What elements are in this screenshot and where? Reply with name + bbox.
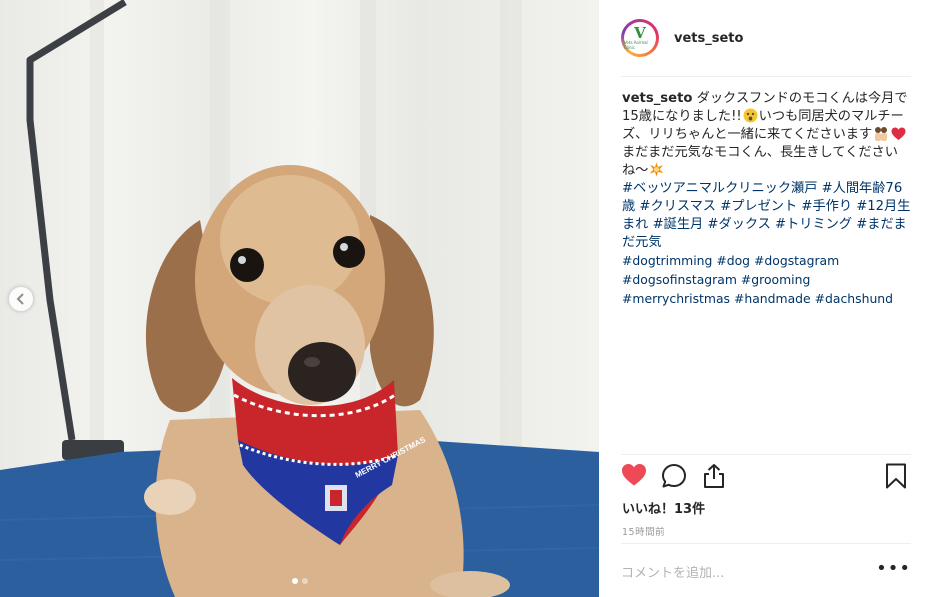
action-bar <box>621 463 911 491</box>
hashtag-link[interactable]: #dog <box>716 253 750 268</box>
astonished-face-icon <box>743 108 758 123</box>
comment-input[interactable] <box>621 565 877 581</box>
hashtag-link[interactable]: #dogstagram <box>754 253 839 268</box>
comment-button[interactable] <box>661 463 687 489</box>
hashtag-link[interactable]: #grooming <box>741 272 810 287</box>
collision-icon <box>649 162 664 177</box>
dog-photo-illustration: MERRY CHRISTMAS <box>0 0 599 597</box>
post-side-panel: V Vets Animal Clinic vets_seto vets_seto… <box>599 0 933 597</box>
carousel-indicator <box>0 578 599 584</box>
share-button[interactable] <box>701 463 727 489</box>
avatar-logo-subtext: Vets Animal Clinic <box>624 40 648 50</box>
carousel-dot <box>301 578 308 584</box>
hashtag-link[interactable]: #dachshund <box>815 291 893 306</box>
like-button[interactable] <box>621 463 647 489</box>
couple-icon <box>875 127 888 141</box>
hashtags-japanese: #ベッツアニマルクリニック瀬戸 #人間年齢76歳 #クリスマス #プレゼント #… <box>622 181 910 250</box>
hashtag-link[interactable]: #dogsofinstagram <box>622 272 737 287</box>
post-photo[interactable]: MERRY CHRISTMAS <box>0 0 599 597</box>
actions-divider <box>621 454 911 455</box>
carousel-prev-button[interactable] <box>9 287 33 311</box>
dog <box>144 165 510 597</box>
hashtag-link[interactable]: #クリスマス <box>639 199 716 214</box>
avatar-logo-letter: V <box>634 24 646 42</box>
heart-icon <box>622 464 646 486</box>
hashtag-link[interactable]: #ダックス <box>707 217 770 232</box>
comment-form: ••• <box>621 560 911 586</box>
red-heart-icon <box>891 127 906 140</box>
hashtag-link[interactable]: #merrychristmas <box>622 291 730 306</box>
more-options-button[interactable]: ••• <box>876 560 911 582</box>
grooming-arm <box>26 0 127 441</box>
save-button[interactable] <box>885 463 911 489</box>
instagram-post: MERRY CHRISTMAS V Vets Animal Clinic vet… <box>0 0 933 597</box>
hashtag-link[interactable]: #handmade <box>734 291 811 306</box>
caption: vets_seto ダックスフンドのモコくんは今月で15歳になりました!! いつも… <box>622 90 912 309</box>
share-icon <box>704 464 724 488</box>
chevron-left-icon <box>16 293 24 305</box>
header-username-link[interactable]: vets_seto <box>674 31 743 46</box>
hashtag-link[interactable]: #トリミング <box>775 217 852 232</box>
hashtag-link[interactable]: #dogtrimming <box>622 253 712 268</box>
avatar[interactable]: V Vets Animal Clinic <box>621 19 659 57</box>
avatar-logo: V Vets Animal Clinic <box>624 22 656 54</box>
hashtag-link[interactable]: #手作り <box>801 199 852 214</box>
post-header: V Vets Animal Clinic vets_seto <box>621 16 911 60</box>
carousel-dot-active <box>291 578 298 584</box>
caption-username-link[interactable]: vets_seto <box>622 91 692 106</box>
comment-divider <box>621 543 911 544</box>
hashtag-link[interactable]: #ベッツアニマルクリニック瀬戸 <box>622 181 817 196</box>
hashtags-english: #dogtrimming #dog #dogstagram #dogsofins… <box>622 253 893 306</box>
hashtag-link[interactable]: #誕生月 <box>653 217 704 232</box>
header-divider <box>621 76 911 77</box>
comment-icon <box>662 464 686 488</box>
hashtag-link[interactable]: #プレゼント <box>720 199 797 214</box>
post-timestamp[interactable]: 15時間前 <box>622 524 665 538</box>
likes-count[interactable]: いいね！13件 <box>622 498 705 517</box>
bookmark-icon <box>886 463 906 489</box>
